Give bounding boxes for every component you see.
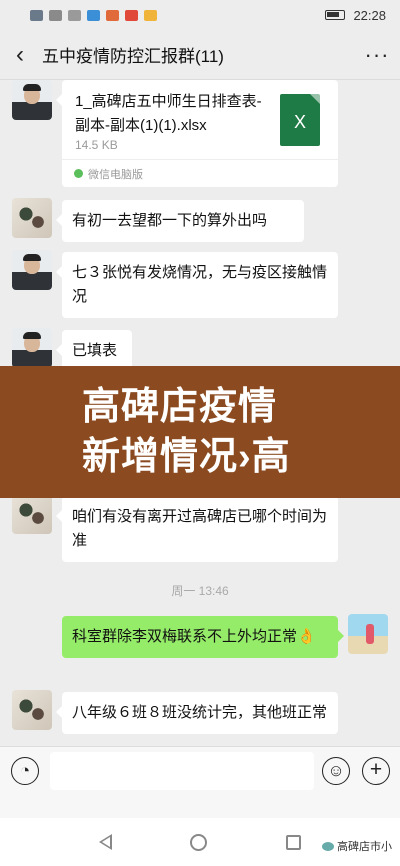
wechat-icon xyxy=(74,169,83,178)
more-options-icon[interactable]: ··· xyxy=(354,42,400,68)
file-card[interactable]: 1_高碑店五中师生日排查表-副本-副本(1)(1).xlsx 14.5 KB X… xyxy=(56,80,338,187)
status-icons xyxy=(30,9,157,21)
chat-header: ‹ 五中疫情防控汇报群(11) ··· xyxy=(0,30,400,80)
nav-home-icon[interactable] xyxy=(190,833,208,851)
message-input[interactable] xyxy=(50,752,314,790)
avatar[interactable] xyxy=(12,494,52,534)
avatar[interactable] xyxy=(12,198,52,238)
app-icon xyxy=(144,9,157,21)
app-icon xyxy=(106,9,119,21)
message-bubble[interactable]: 科室群除李双梅联系不上外均正常👌 xyxy=(62,616,344,658)
avatar[interactable] xyxy=(12,80,52,120)
overlay-banner: 高碑店疫情 新增情况›高 xyxy=(0,366,400,498)
back-icon[interactable]: ‹ xyxy=(0,41,40,69)
message-bubble[interactable]: 有初一去望都一下的算外出吗 xyxy=(56,200,304,242)
avatar[interactable] xyxy=(12,690,52,730)
excel-file-icon: X xyxy=(280,94,320,146)
status-bar: 22:28 xyxy=(0,0,400,30)
add-more-icon[interactable]: + xyxy=(362,757,390,785)
banner-line-1: 高碑店疫情 xyxy=(82,386,278,428)
nav-back-icon[interactable] xyxy=(99,834,113,850)
banner-line-2: 新增情况›高 xyxy=(82,436,291,478)
avatar[interactable] xyxy=(12,250,52,290)
watermark-text: 高碑店市小 xyxy=(337,841,392,853)
nav-recent-apps-icon[interactable] xyxy=(285,834,301,850)
emoji-icon[interactable]: ☺ xyxy=(322,757,350,785)
wifi-icon xyxy=(68,9,81,21)
timestamp: 周一 13:46 xyxy=(171,584,229,598)
app-icon xyxy=(125,9,138,21)
file-source-label: 微信电脑版 xyxy=(88,168,143,181)
watermark: 高碑店市小 xyxy=(322,838,392,854)
message-bubble[interactable]: 八年级６班８班没统计完，其他班正常 xyxy=(56,692,338,734)
app-icon xyxy=(87,9,100,21)
voice-input-icon[interactable]: ◔ xyxy=(11,757,39,785)
file-source: 微信电脑版 xyxy=(62,159,338,187)
chat-title: 五中疫情防控汇报群(11) xyxy=(42,47,224,66)
file-size: 14.5 KB xyxy=(75,138,118,152)
signal-icon xyxy=(49,9,62,21)
message-bubble[interactable]: 七３张悦有发烧情况，无与疫区接触情况 xyxy=(56,252,338,318)
sim-icon xyxy=(30,9,43,21)
watermark-icon xyxy=(322,841,334,851)
avatar[interactable] xyxy=(12,328,52,368)
status-time: 22:28 xyxy=(353,7,386,23)
battery-icon xyxy=(325,10,346,20)
message-bubble[interactable]: 咱们有没有离开过高碑店已哪个时间为准 xyxy=(56,496,338,562)
input-bar: ◔ ☺ + xyxy=(0,746,400,828)
avatar[interactable] xyxy=(348,614,388,654)
file-name: 1_高碑店五中师生日排查表-副本-副本(1)(1).xlsx xyxy=(75,93,262,134)
